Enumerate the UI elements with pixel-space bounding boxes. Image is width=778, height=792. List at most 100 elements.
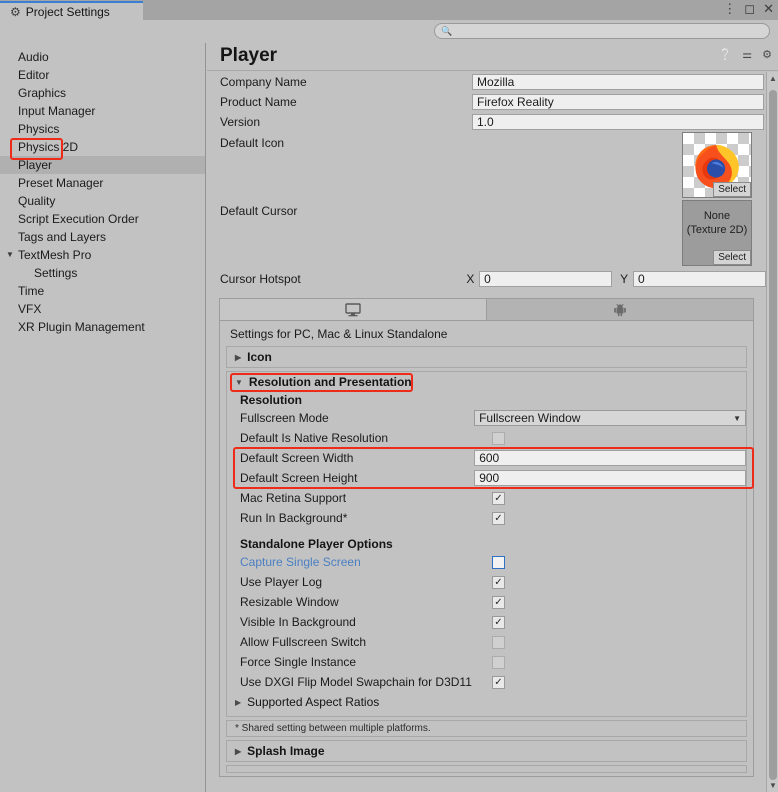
run-in-background-checkbox[interactable]: ✓ <box>492 511 505 525</box>
sidebar-item-quality[interactable]: Quality <box>0 192 205 210</box>
chevron-down-icon[interactable]: ▼ <box>6 246 14 264</box>
sidebar-item-script-execution-order[interactable]: Script Execution Order <box>0 210 205 228</box>
sidebar-item-player[interactable]: Player <box>0 156 205 174</box>
cursor-hotspot-y-field[interactable]: 0 <box>632 271 766 287</box>
search-input[interactable] <box>455 25 756 37</box>
option-checkbox[interactable]: ✓ <box>492 575 505 589</box>
sidebar-item-preset-manager[interactable]: Preset Manager <box>0 174 205 192</box>
chevron-right-icon: ▶ <box>235 697 242 707</box>
panel-scrollbar[interactable]: ▲ ▼ <box>766 72 778 792</box>
help-icon[interactable]: ❔ <box>719 50 733 61</box>
cursor-hotspot-x-field[interactable]: 0 <box>479 271 613 287</box>
row-fullscreen-mode: Fullscreen Mode Fullscreen Window ▼ <box>227 408 746 428</box>
section-icon-label: Icon <box>247 350 272 364</box>
row-force-single-instance: Force Single Instance <box>227 652 746 672</box>
option-label[interactable]: Capture Single Screen <box>240 555 492 569</box>
gear-icon[interactable]: ⚙ <box>762 50 772 61</box>
default-screen-width-field[interactable]: 600 <box>474 450 746 466</box>
option-label: Use Player Log <box>240 575 323 589</box>
sidebar-item-vfx[interactable]: VFX <box>0 300 205 318</box>
standalone-player-options-heading: Standalone Player Options <box>240 537 393 551</box>
row-run-in-background: Run In Background* ✓ <box>227 508 746 528</box>
default-cursor-thumbnail[interactable]: None (Texture 2D) Select <box>682 200 752 266</box>
version-label: Version <box>220 115 261 129</box>
version-field[interactable]: 1.0 <box>472 114 764 130</box>
option-checkbox[interactable]: ✓ <box>492 675 505 689</box>
sidebar-item-label: Input Manager <box>18 104 96 118</box>
product-name-field[interactable]: Firefox Reality <box>472 94 764 110</box>
sidebar-item-tags-and-layers[interactable]: Tags and Layers <box>0 228 205 246</box>
option-checkbox[interactable]: ✓ <box>492 595 505 609</box>
scroll-down-arrow-icon[interactable]: ▼ <box>769 781 777 790</box>
chevron-right-icon: ▶ <box>235 352 242 362</box>
run-in-background-label: Run In Background* <box>240 511 348 525</box>
default-icon-thumbnail[interactable]: Select <box>682 132 752 198</box>
tab-project-settings[interactable]: ⚙ Project Settings <box>0 1 143 20</box>
row-cursor-hotspot: Cursor Hotspot X 0 Y 0 <box>207 268 766 290</box>
kebab-menu-icon[interactable]: ⋮ <box>723 2 736 15</box>
default-cursor-select-button[interactable]: Select <box>713 250 751 265</box>
row-default-screen-height: Default Screen Height 900 <box>227 468 746 488</box>
default-icon-select-button[interactable]: Select <box>713 182 751 197</box>
tab-android[interactable] <box>487 299 753 320</box>
section-splash-image[interactable]: ▶ Splash Image <box>226 740 747 762</box>
tab-standalone[interactable] <box>220 299 487 320</box>
sidebar-item-textmesh-pro[interactable]: ▼ TextMesh Pro <box>0 246 205 264</box>
chevron-down-icon: ▼ <box>733 413 741 423</box>
sidebar-item-time[interactable]: Time <box>0 282 205 300</box>
sidebar-item-label: Physics 2D <box>18 140 79 154</box>
company-name-field[interactable]: Mozilla <box>472 74 764 90</box>
scroll-up-arrow-icon[interactable]: ▲ <box>769 74 777 83</box>
default-icon-label: Default Icon <box>220 136 285 150</box>
settings-sidebar[interactable]: Audio Editor Graphics Input Manager Physics P… <box>0 43 206 792</box>
sidebar-item-audio[interactable]: Audio <box>0 48 205 66</box>
section-icon[interactable]: ▶ Icon <box>226 346 747 368</box>
sidebar-item-label: Physics <box>18 122 60 136</box>
option-label: Resizable Window <box>240 595 339 609</box>
panel-header: Player ❔ ⚌ ⚙ <box>207 43 778 71</box>
row-capture-single-screen: Capture Single Screen <box>227 552 746 572</box>
option-checkbox[interactable] <box>492 555 505 569</box>
search-row: 🔍 <box>0 20 778 43</box>
sidebar-item-physics-2d[interactable]: Physics 2D <box>0 138 205 156</box>
panel-body: Company Name Mozilla Product Name Firefo… <box>207 72 766 792</box>
project-settings-window: ⚙ Project Settings ⋮ ◻ ✕ 🔍 Audio Editor Gr… <box>0 0 778 792</box>
search-box[interactable]: 🔍 <box>434 23 770 39</box>
close-icon[interactable]: ✕ <box>763 2 774 15</box>
row-use-dxgi-flip-model-swapchain-for-d3d11: Use DXGI Flip Model Swapchain for D3D11 ✓ <box>227 672 746 692</box>
chevron-down-icon: ▼ <box>235 377 243 387</box>
sidebar-item-physics[interactable]: Physics <box>0 120 205 138</box>
row-default-screen-width: Default Screen Width 600 <box>227 448 746 468</box>
sidebar-item-label: Player <box>18 158 53 172</box>
cursor-hotspot-label: Cursor Hotspot <box>220 272 301 286</box>
default-is-native-resolution-checkbox[interactable] <box>492 431 505 445</box>
sidebar-item-input-manager[interactable]: Input Manager <box>0 102 205 120</box>
sidebar-item-label: TextMesh Pro <box>18 248 92 262</box>
page-title: Player <box>220 45 278 66</box>
default-cursor-label: Default Cursor <box>220 204 298 218</box>
section-splash-image-header[interactable]: ▶ Splash Image <box>227 741 746 761</box>
section-resolution-header[interactable]: ▼ Resolution and Presentation <box>227 372 746 392</box>
sidebar-item-label: Graphics <box>18 86 67 100</box>
option-checkbox[interactable] <box>492 655 505 669</box>
sidebar-item-editor[interactable]: Editor <box>0 66 205 84</box>
window-titlebar: ⚙ Project Settings ⋮ ◻ ✕ <box>0 0 778 20</box>
sidebar-item-xr-plugin-management[interactable]: XR Plugin Management <box>0 318 205 336</box>
option-checkbox[interactable] <box>492 635 505 649</box>
android-robot-icon <box>614 303 626 316</box>
default-screen-height-field[interactable]: 900 <box>474 470 746 486</box>
default-cursor-value-line1: None <box>703 210 731 222</box>
sidebar-item-settings[interactable]: Settings <box>0 264 205 282</box>
maximize-icon[interactable]: ◻ <box>744 2 755 15</box>
sidebar-item-graphics[interactable]: Graphics <box>0 84 205 102</box>
section-supported-aspect-ratios[interactable]: ▶ Supported Aspect Ratios <box>227 692 746 712</box>
section-icon-header[interactable]: ▶ Icon <box>227 347 746 367</box>
preset-icon[interactable]: ⚌ <box>742 50 752 61</box>
row-use-player-log: Use Player Log ✓ <box>227 572 746 592</box>
mac-retina-support-checkbox[interactable]: ✓ <box>492 491 505 505</box>
window-controls: ⋮ ◻ ✕ <box>723 2 774 15</box>
panel-scrollbar-thumb[interactable] <box>769 90 777 780</box>
chevron-right-icon: ▶ <box>235 746 242 756</box>
option-checkbox[interactable]: ✓ <box>492 615 505 629</box>
fullscreen-mode-dropdown[interactable]: Fullscreen Window ▼ <box>474 410 746 426</box>
